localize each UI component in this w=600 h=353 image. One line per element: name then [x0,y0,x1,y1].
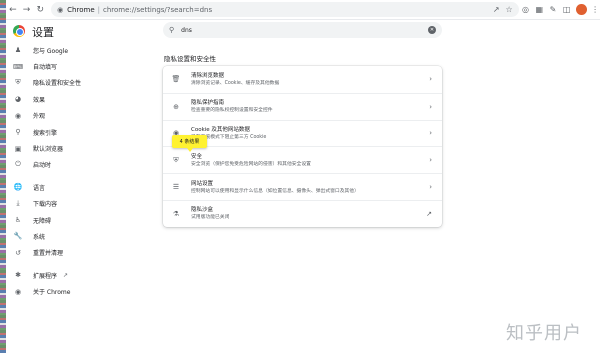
sidebar-item-default-browser[interactable]: ▣ 默认浏览器 [6,140,156,156]
page-title: 设置 [32,26,54,39]
sidebar-item-accessibility[interactable]: ♿ 无障碍 [6,212,156,228]
shield-icon: ⛨ [15,78,21,87]
sidebar: ♟ 您与 Google ⌨ 自动填写 ⛨ 隐私设置和安全性 ◕ 效果 ◉ 外观 … [6,42,156,300]
chevron-right-icon: › [429,75,432,84]
row-privacy-sandbox[interactable]: ⚗ 隐私沙盒 试用版功能已关闭 ↗ [163,200,442,227]
sidebar-item-downloads[interactable]: ⤓ 下载内容 [6,196,156,212]
sidebar-item-on-startup[interactable]: ⏻ 启动时 [6,157,156,173]
sidebar-item-appearance[interactable]: ◉ 外观 [6,108,156,124]
row-site-settings[interactable]: ☰ 网站设置 控制网站可以使用和显示什么信息（如位置信息、摄像头、弹出式窗口及其… [163,173,442,200]
bookmark-star-icon[interactable]: ☆ [506,5,513,14]
url-text: chrome://settings/?search=dns [103,5,213,14]
palette-icon: ◉ [14,111,22,120]
sidebar-item-extensions[interactable]: ✱ 扩展程序 ↗ [6,267,156,283]
sidebar-item-performance[interactable]: ◕ 效果 [6,91,156,107]
person-icon: ♟ [14,46,22,55]
chrome-logo [13,25,25,37]
sidebar-item-privacy[interactable]: ⛨ 隐私设置和安全性 [6,75,156,91]
flask-icon: ⚗ [172,209,180,218]
sidebar-item-you-and-google[interactable]: ♟ 您与 Google [6,42,156,58]
sidebar-item-search-engine[interactable]: ⚲ 搜索引擎 [6,124,156,140]
reset-icon: ↺ [15,248,21,257]
browser-icon: ▣ [14,144,22,153]
autofill-icon: ⌨ [13,62,24,71]
chevron-right-icon: › [429,129,432,138]
extensions-puzzle-icon[interactable]: ✎ [546,0,560,20]
sidebar-item-reset[interactable]: ↺ 重置并清理 [6,245,156,261]
settings-search-input[interactable]: ⚲ dns ✕ [163,22,442,38]
security-shield-icon: ⛨ [173,155,179,164]
profile-avatar[interactable] [576,4,588,15]
row-privacy-guide[interactable]: ⊕ 隐私保护指南 检查重要的隐私权控制设置和安全控件 › [163,92,442,120]
sidebar-item-about-chrome[interactable]: ◉ 关于 Chrome [6,283,156,299]
sidebar-item-languages[interactable]: 🌐 语言 [6,179,156,195]
clear-search-icon[interactable]: ✕ [428,26,436,34]
site-label: Chrome [67,5,95,14]
extension-icon[interactable]: ◎ [519,0,533,20]
accessibility-icon: ♿ [14,216,22,225]
sidebar-item-autofill[interactable]: ⌨ 自动填写 [6,58,156,74]
row-security[interactable]: ⛨ 安全 安全浏览（保护您免受危险网站的侵害）和其他安全设置 › [163,146,442,173]
address-bar[interactable]: ◉ Chrome | chrome://settings/?search=dns… [51,2,519,17]
forward-icon[interactable]: → [20,0,34,20]
menu-dots-icon[interactable]: ⋮ [590,5,600,14]
back-icon[interactable]: ← [6,0,20,20]
search-icon: ⚲ [169,26,175,34]
row-clear-browsing-data[interactable]: 🗑 清除浏览数据 清除浏览记录、Cookie、缓存及其他数据 › [163,66,442,93]
download-icon: ⤓ [16,199,20,208]
globe-icon: 🌐 [13,183,23,192]
chrome-site-icon: ◉ [57,5,64,14]
trash-icon: 🗑 [171,75,181,84]
sidebar-item-system[interactable]: 🔧 系统 [6,228,156,244]
search-icon: ⚲ [15,128,21,137]
extension-icon[interactable]: ▦ [532,0,546,20]
sliders-icon: ☰ [172,183,180,192]
browser-toolbar: ← → ↻ ◉ Chrome | chrome://settings/?sear… [6,0,600,20]
chevron-right-icon: › [429,156,432,165]
performance-icon: ◕ [14,95,22,104]
watermark: 知乎用户 [506,323,582,344]
puzzle-icon: ✱ [15,271,21,280]
chrome-icon: ◉ [14,287,22,296]
side-panel-icon[interactable]: ◫ [560,0,574,20]
reload-icon[interactable]: ↻ [33,0,47,20]
wrench-icon: 🔧 [13,232,23,241]
power-icon: ⏻ [15,160,21,169]
search-results-tooltip: 4 条结果 [172,135,207,152]
chevron-right-icon: › [429,102,432,111]
search-query[interactable]: dns [181,27,192,34]
chevron-right-icon: › [429,183,432,192]
share-icon[interactable]: ↗ [493,5,500,14]
open-in-new-icon: ↗ [426,209,432,218]
open-in-new-icon: ↗ [63,271,69,279]
guide-icon: ⊕ [173,102,179,111]
section-title: 隐私设置和安全性 [164,55,216,63]
